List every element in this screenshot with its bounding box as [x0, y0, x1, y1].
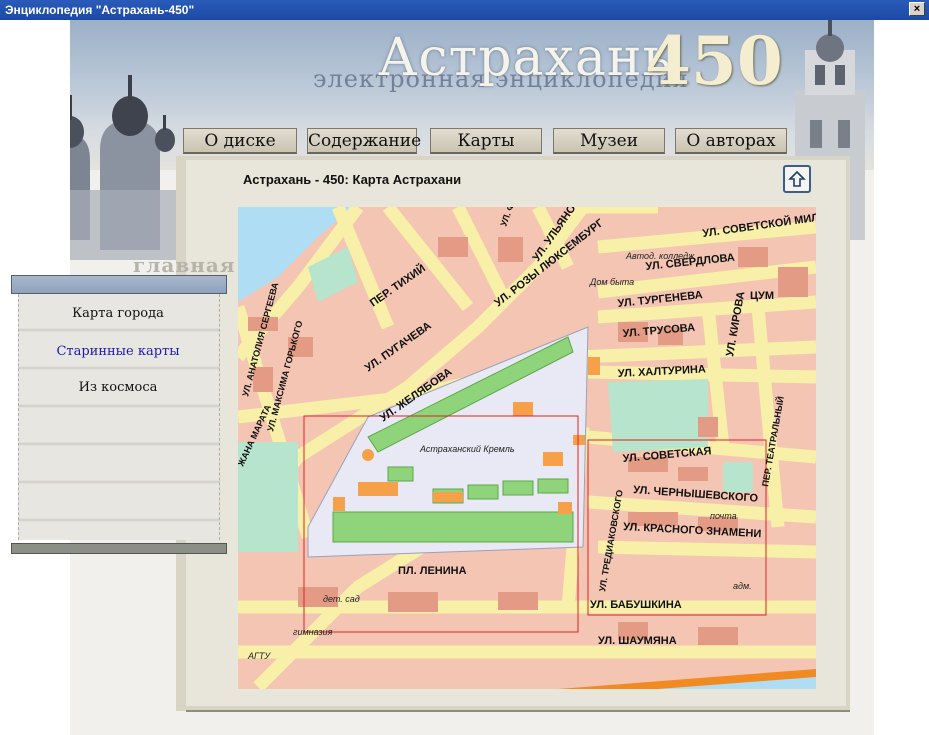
city-map[interactable]: УЛ. СОВЕТСКОЙ МИЛИЦИИ УЛ. СВЕРДЛОВА УЛ. …: [238, 207, 816, 689]
panel-bottom-edge: [186, 710, 850, 712]
map-label-adm: адм.: [733, 581, 752, 591]
tab-museums[interactable]: Музеи: [553, 128, 665, 154]
up-arrow-icon: [788, 170, 806, 187]
tab-authors[interactable]: О авторах: [675, 128, 787, 154]
tab-contents[interactable]: Содержание: [307, 128, 421, 154]
map-graphic: УЛ. СОВЕТСКОЙ МИЛИЦИИ УЛ. СВЕРДЛОВА УЛ. …: [238, 207, 816, 689]
map-label-tsum: ЦУМ: [750, 290, 774, 302]
map-label-kindergarten: дет. сад: [323, 594, 360, 604]
map-label-pl-lenina: ПЛ. ЛЕНИНА: [398, 565, 467, 577]
sidebar-menu: [18, 294, 220, 540]
page-title: Астрахань - 450: Карта Астрахани: [243, 172, 462, 187]
tab-maps[interactable]: Карты: [430, 128, 542, 154]
map-label-agtu: АГТУ: [247, 651, 271, 661]
map-label-college: Автод. колледж: [625, 251, 695, 261]
map-label-babushkina: УЛ. БАБУШКИНА: [590, 599, 682, 611]
window-title: Энциклопедия "Астрахань-450": [5, 3, 195, 17]
sidebar-item-city-map[interactable]: Карта города: [18, 306, 218, 321]
sidebar-item-old-maps[interactable]: Старинные карты: [18, 344, 218, 359]
sidebar-item-from-space[interactable]: Из космоса: [18, 380, 218, 395]
banner-title: Астрахань: [378, 28, 672, 88]
map-label-kremlin: Астраханский Кремль: [419, 444, 515, 454]
home-button[interactable]: [783, 165, 811, 193]
banner-number: 450: [645, 22, 783, 100]
window-title-bar: Энциклопедия "Астрахань-450" ×: [0, 0, 929, 20]
map-label-dom-byta: Дом быта: [589, 277, 634, 287]
close-window-button[interactable]: ×: [909, 2, 925, 16]
tab-about-disc[interactable]: О диске: [183, 128, 297, 154]
sidebar-heading: главная: [133, 253, 236, 277]
map-label-post: почта: [710, 511, 737, 521]
sidebar-bottom-bar: [11, 543, 227, 554]
sidebar-top-bar: [11, 275, 227, 294]
map-label-shaumyana: УЛ. ШАУМЯНА: [598, 635, 677, 647]
torn-paper-edge-right: [874, 20, 929, 735]
map-label-gymnasium: гимназия: [293, 627, 333, 637]
